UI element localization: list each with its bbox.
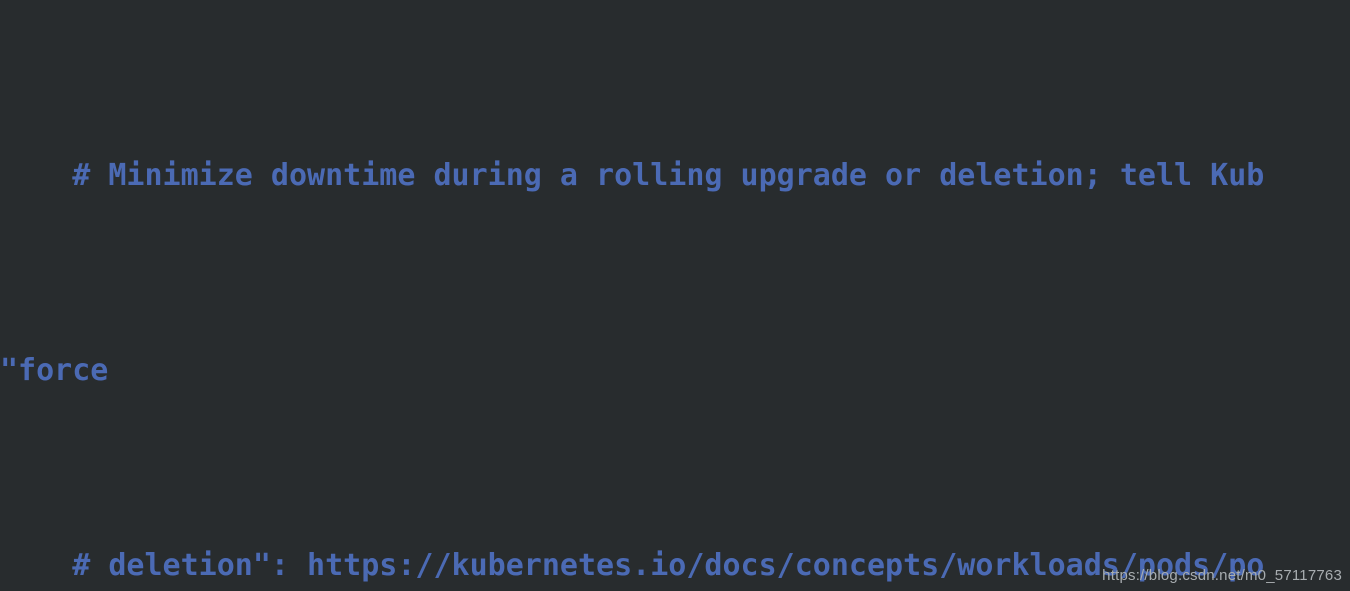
terminal-window: # Minimize downtime during a rolling upg… xyxy=(0,0,1350,591)
code-comment: # deletion": https://kubernetes.io/docs/… xyxy=(72,548,1265,583)
watermark: https://blog.csdn.net/m0_57117763 xyxy=(1102,567,1342,584)
code-line: # Minimize downtime during a rolling upg… xyxy=(0,156,1350,195)
code-line-wrap: "force xyxy=(0,351,1350,390)
code-comment: # Minimize downtime during a rolling upg… xyxy=(72,158,1265,193)
code-comment-wrap: "force xyxy=(0,353,109,388)
code-editor-content[interactable]: # Minimize downtime during a rolling upg… xyxy=(0,0,1350,591)
